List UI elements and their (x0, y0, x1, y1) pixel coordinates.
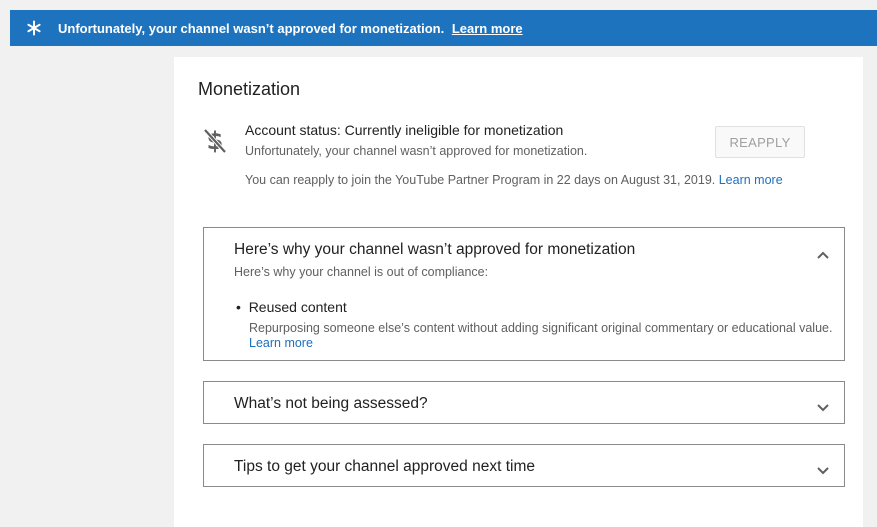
not-assessed-panel[interactable]: What’s not being assessed? (203, 381, 845, 424)
reapply-button[interactable]: REAPPLY (715, 126, 805, 158)
account-status-description: Unfortunately, your channel wasn’t appro… (245, 144, 588, 158)
chevron-up-icon[interactable] (816, 247, 830, 259)
panel-title: What’s not being assessed? (234, 395, 428, 412)
panel-subtitle: Here’s why your channel is out of compli… (234, 265, 489, 279)
reason-title: Reused content (248, 299, 347, 315)
asterisk-icon (10, 20, 58, 36)
reason-learn-more-link[interactable]: Learn more (249, 336, 313, 350)
panel-title: Tips to get your channel approved next t… (234, 458, 535, 475)
banner-text: Unfortunately, your channel wasn’t appro… (58, 20, 445, 36)
no-monetization-icon: $ (202, 125, 228, 155)
monetization-card: Monetization $ Account status: Currently… (174, 57, 863, 527)
reason-item: • Reused content (236, 299, 347, 315)
account-status-text: Account status: Currently ineligible for… (245, 122, 564, 138)
chevron-down-icon[interactable] (816, 400, 830, 412)
chevron-down-icon[interactable] (816, 463, 830, 475)
banner-learn-more-link[interactable]: Learn more (452, 21, 523, 36)
reapply-note: You can reapply to join the YouTube Part… (245, 173, 783, 187)
tips-panel[interactable]: Tips to get your channel approved next t… (203, 444, 845, 487)
page-title: Monetization (198, 79, 301, 99)
panel-title: Here’s why your channel wasn’t approved … (234, 241, 636, 258)
reapply-learn-more-link[interactable]: Learn more (719, 173, 783, 187)
reapply-note-text: You can reapply to join the YouTube Part… (245, 173, 716, 187)
why-not-approved-panel[interactable]: Here’s why your channel wasn’t approved … (203, 227, 845, 361)
reason-description: Repurposing someone else’s content witho… (249, 321, 839, 351)
reason-description-text: Repurposing someone else’s content witho… (249, 321, 833, 335)
bullet-glyph: • (236, 299, 249, 315)
banner-message: Unfortunately, your channel wasn’t appro… (58, 21, 523, 36)
notification-banner: Unfortunately, your channel wasn’t appro… (10, 10, 877, 46)
